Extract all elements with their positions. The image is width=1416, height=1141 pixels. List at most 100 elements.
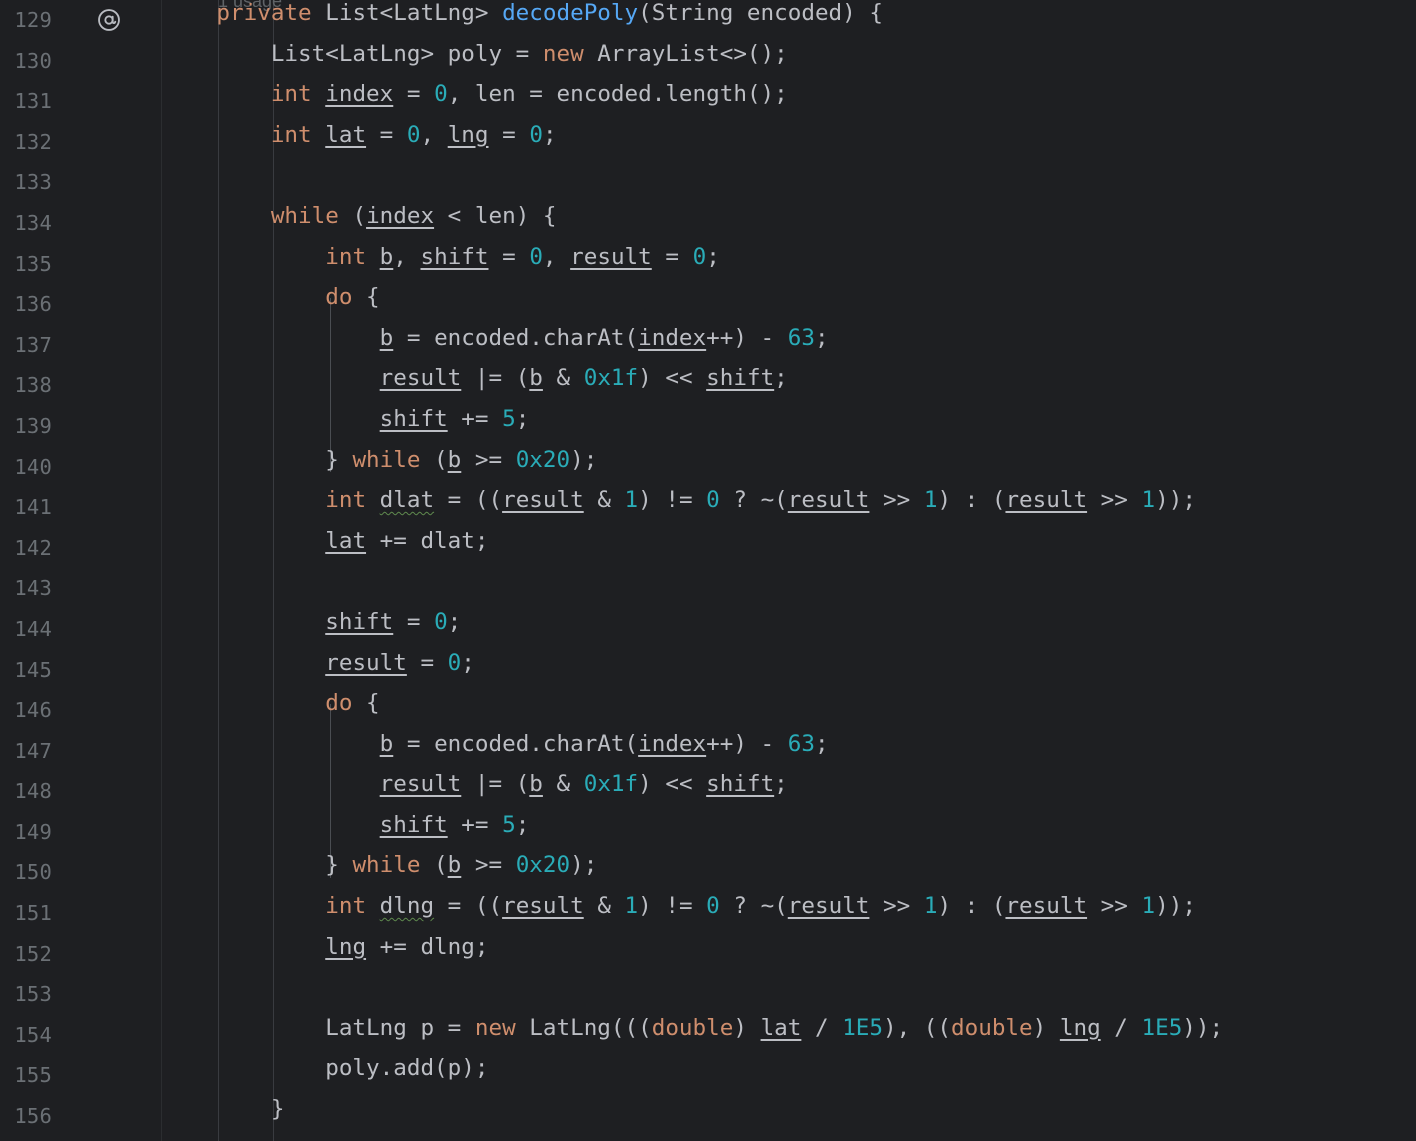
gutter-row[interactable]: 143 <box>0 568 161 609</box>
line-number: 133 <box>14 170 52 195</box>
code-token-kw: do <box>325 284 353 311</box>
gutter-row[interactable]: 146 <box>0 690 161 731</box>
gutter-row[interactable]: 132 <box>0 122 161 163</box>
code-token-fld: result <box>787 487 870 514</box>
gutter-row[interactable]: 137 <box>0 325 161 366</box>
code-line[interactable]: int dlat = ((result & 1) != 0 ? ~(result… <box>162 480 1223 521</box>
code-token-fld: shift <box>379 811 448 838</box>
code-token-num: 5 <box>502 405 516 432</box>
code-token-plain: = <box>651 243 693 270</box>
code-line[interactable]: do { <box>162 683 1223 724</box>
code-token-fld: lat <box>325 121 367 148</box>
code-token-fld: result <box>502 893 584 920</box>
code-text[interactable]: private List<LatLng> decodePoly(String e… <box>162 0 1223 1130</box>
gutter-row[interactable]: 135 <box>0 244 161 285</box>
gutter-row[interactable]: 153 <box>0 974 161 1015</box>
code-line[interactable] <box>162 967 1223 1008</box>
gutter-row[interactable]: 142 <box>0 528 161 569</box>
editor-gutter[interactable]: 129 130 131 132 133 134 135 136 137 138 139 140 141 1… <box>0 0 162 1141</box>
code-line[interactable]: LatLng p = new LatLng(((double) lat / 1E… <box>162 1008 1223 1049</box>
code-token-num: 0 <box>447 649 462 676</box>
gutter-row[interactable]: 149 <box>0 812 161 853</box>
code-line[interactable] <box>162 561 1223 602</box>
line-number: 142 <box>14 535 52 560</box>
code-viewport[interactable]: 1 usage private List<LatLng> decodePoly(… <box>162 0 1416 1141</box>
code-token-num: 0x20 <box>515 852 571 879</box>
code-token-plain: ) != <box>638 893 707 920</box>
code-token-kw: double <box>951 1014 1033 1041</box>
code-token-num: 63 <box>787 324 815 351</box>
code-line[interactable]: result |= (b & 0x1f) << shift; <box>162 358 1223 399</box>
code-line[interactable]: lng += dlng; <box>162 927 1223 968</box>
gutter-row[interactable]: 140 <box>0 447 161 488</box>
gutter-row[interactable]: 129 <box>0 0 161 41</box>
code-line[interactable]: int b, shift = 0, result = 0; <box>162 237 1223 278</box>
gutter-row[interactable]: 151 <box>0 893 161 934</box>
code-line[interactable]: shift += 5; <box>162 805 1223 846</box>
code-line[interactable]: shift = 0; <box>162 602 1223 643</box>
gutter-row[interactable]: 139 <box>0 406 161 447</box>
gutter-row[interactable]: 131 <box>0 81 161 122</box>
gutter-row[interactable]: 138 <box>0 365 161 406</box>
code-line[interactable]: int index = 0, len = encoded.length(); <box>162 74 1223 115</box>
code-token-num: 0x1f <box>583 365 639 392</box>
gutter-row[interactable]: 155 <box>0 1055 161 1096</box>
code-token-plain: (String encoded) { <box>638 0 883 26</box>
code-token-plain: ; <box>515 405 530 432</box>
code-token-num: 1E5 <box>1141 1014 1183 1041</box>
code-line[interactable]: int dlng = ((result & 1) != 0 ? ~(result… <box>162 886 1223 927</box>
code-token-fld: shift <box>706 365 775 392</box>
code-token-plain: ) : ( <box>937 487 1006 514</box>
code-line[interactable]: lat += dlat; <box>162 521 1223 562</box>
code-line[interactable]: do { <box>162 277 1223 318</box>
code-line[interactable]: } <box>162 1089 1223 1130</box>
code-token-num: 63 <box>787 730 815 757</box>
code-line[interactable]: } while (b >= 0x20); <box>162 440 1223 481</box>
code-token-num: 0 <box>434 81 448 108</box>
line-number: 151 <box>14 901 52 926</box>
gutter-row[interactable]: 134 <box>0 203 161 244</box>
gutter-row[interactable]: 144 <box>0 609 161 650</box>
gutter-row[interactable]: 150 <box>0 852 161 893</box>
gutter-row[interactable]: 147 <box>0 731 161 772</box>
code-line[interactable]: b = encoded.charAt(index++) - 63; <box>162 318 1223 359</box>
code-token-num: 1E5 <box>842 1014 883 1041</box>
gutter-row[interactable]: 141 <box>0 487 161 528</box>
gutter-row[interactable]: 154 <box>0 1015 161 1056</box>
code-token-fld: index <box>366 202 435 229</box>
code-line[interactable] <box>162 155 1223 196</box>
code-line[interactable]: private List<LatLng> decodePoly(String e… <box>162 0 1223 34</box>
line-number: 138 <box>14 373 52 398</box>
code-line[interactable]: int lat = 0, lng = 0; <box>162 115 1223 156</box>
code-token-kw: while <box>352 852 421 879</box>
code-line[interactable]: b = encoded.charAt(index++) - 63; <box>162 724 1223 765</box>
gutter-row[interactable]: 136 <box>0 284 161 325</box>
gutter-row[interactable]: 156 <box>0 1096 161 1137</box>
code-token-plain: ; <box>774 771 788 798</box>
code-line[interactable]: while (index < len) { <box>162 196 1223 237</box>
gutter-row[interactable]: 130 <box>0 41 161 82</box>
line-number: 153 <box>14 982 52 1007</box>
code-token-fld: shift <box>420 243 489 270</box>
code-line[interactable]: List<LatLng> poly = new ArrayList<>(); <box>162 34 1223 75</box>
code-line[interactable]: result = 0; <box>162 643 1223 684</box>
gutter-row[interactable]: 152 <box>0 934 161 975</box>
code-line[interactable]: shift += 5; <box>162 399 1223 440</box>
code-token-plain: )); <box>1155 487 1196 514</box>
gutter-row[interactable]: 148 <box>0 771 161 812</box>
code-token-fld: b <box>379 324 394 351</box>
code-line[interactable]: } while (b >= 0x20); <box>162 845 1223 886</box>
code-token-plain: & <box>583 487 625 514</box>
code-line[interactable]: poly.add(p); <box>162 1048 1223 1089</box>
code-token-plain: / <box>801 1014 843 1041</box>
gutter-row[interactable]: 145 <box>0 650 161 691</box>
code-line[interactable]: result |= (b & 0x1f) << shift; <box>162 764 1223 805</box>
gutter-row[interactable]: 133 <box>0 162 161 203</box>
annotation-at-icon[interactable] <box>95 6 123 34</box>
